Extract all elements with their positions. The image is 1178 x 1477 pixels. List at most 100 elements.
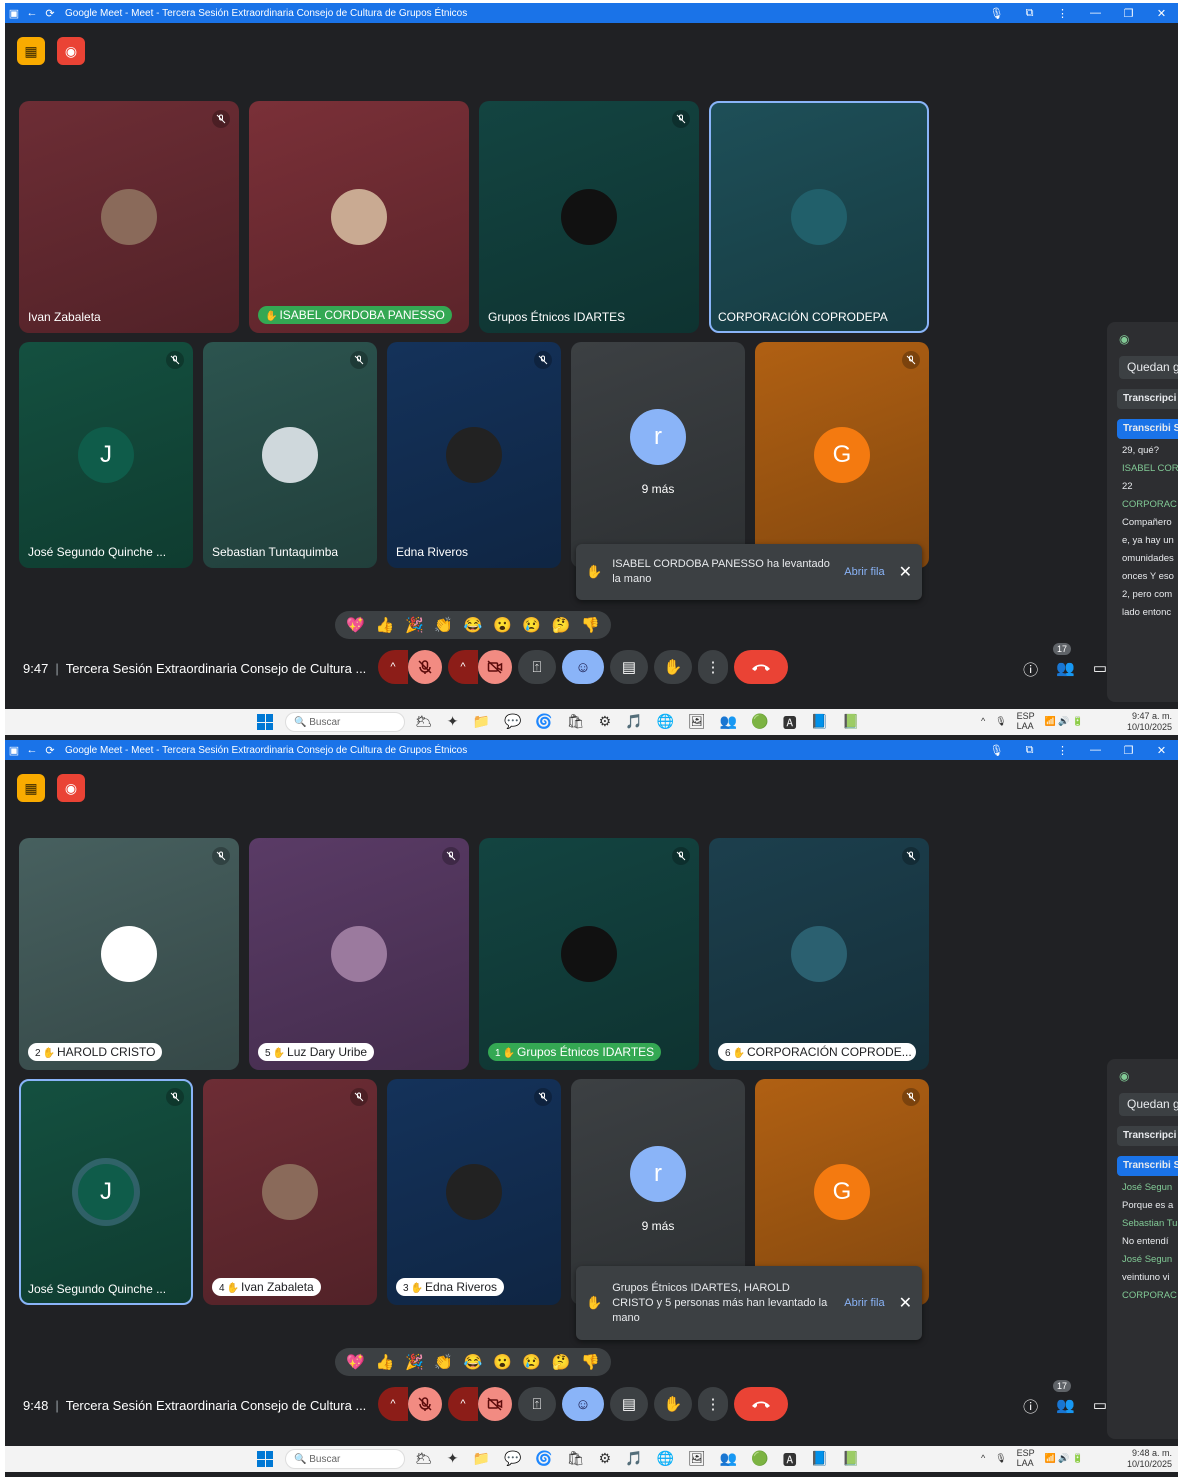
- meeting-info-icon[interactable]: ⓘ: [1023, 659, 1038, 680]
- file-explorer-icon[interactable]: 📁: [473, 1450, 490, 1470]
- weather-widget-icon[interactable]: 🌥: [415, 1450, 433, 1470]
- extension-icon[interactable]: ⧉: [1013, 744, 1046, 757]
- emoji-reaction-button[interactable]: 😂: [464, 616, 483, 634]
- present-screen-button[interactable]: ⍐: [518, 650, 556, 684]
- tray-chevron-icon[interactable]: ^: [981, 1453, 985, 1463]
- meeting-info-icon[interactable]: ⓘ: [1023, 1396, 1038, 1417]
- participant-tile[interactable]: 2 ✋ HAROLD CRISTO: [19, 838, 239, 1070]
- back-arrow-icon[interactable]: ←: [23, 744, 41, 756]
- wifi-volume-battery-icon[interactable]: 📶 🔊 🔋: [1045, 716, 1084, 726]
- excel-icon[interactable]: 📗: [842, 713, 859, 733]
- taskbar-clock[interactable]: 9:48 a. m. 10/10/2025: [1127, 1448, 1172, 1470]
- app-icon[interactable]: 🅰: [783, 713, 797, 733]
- word-icon[interactable]: 📘: [811, 713, 828, 733]
- emoji-reaction-button[interactable]: 💖: [346, 1353, 365, 1371]
- captions-button[interactable]: ▤: [610, 650, 648, 684]
- open-queue-button[interactable]: Abrir fila: [844, 1297, 884, 1309]
- mic-status-icon[interactable]: 🎙: [980, 7, 1013, 20]
- video-options-chevron-icon[interactable]: ^: [448, 650, 478, 684]
- emoji-reaction-button[interactable]: ☺: [562, 650, 604, 684]
- participant-tile[interactable]: ✋ ISABEL CORDOBA PANESSO: [249, 101, 469, 333]
- mic-off-button[interactable]: [408, 1387, 442, 1421]
- taskbar-clock[interactable]: 9:47 a. m. 10/10/2025: [1127, 711, 1172, 733]
- participant-tile[interactable]: J José Segundo Quinche ...: [19, 342, 193, 568]
- windows-start-icon[interactable]: [257, 714, 273, 730]
- participant-tile[interactable]: J José Segundo Quinche ...: [19, 1079, 193, 1305]
- participant-tile[interactable]: Grupos Étnicos IDARTES: [479, 101, 699, 333]
- people-icon[interactable]: 👥: [1056, 1396, 1075, 1417]
- emoji-reaction-button[interactable]: 💖: [346, 616, 365, 634]
- emoji-reaction-button[interactable]: 👎: [581, 616, 600, 634]
- edge-icon[interactable]: 🌀: [535, 713, 552, 733]
- present-screen-button[interactable]: ⍐: [518, 1387, 556, 1421]
- mic-off-button[interactable]: [408, 650, 442, 684]
- tray-chevron-icon[interactable]: ^: [981, 716, 985, 726]
- participant-tile[interactable]: G: [755, 342, 929, 568]
- teams-icon[interactable]: 👥: [720, 1450, 737, 1470]
- language-indicator[interactable]: ESP LAA: [1017, 1448, 1035, 1468]
- spotify-icon[interactable]: 🎵: [625, 1450, 642, 1470]
- emoji-reaction-button[interactable]: 😢: [522, 1353, 541, 1371]
- chrome-icon[interactable]: 🌐: [657, 713, 674, 733]
- chrome-profile-icon[interactable]: 🟢: [751, 713, 768, 733]
- transcribing-language-label[interactable]: Transcribi Spanish (M: [1117, 419, 1178, 439]
- emoji-reaction-button[interactable]: 🎉: [405, 1353, 424, 1371]
- chatgpt-icon[interactable]: ⚙: [599, 1450, 612, 1470]
- participant-tile[interactable]: Ivan Zabaleta: [19, 101, 239, 333]
- emoji-reaction-button[interactable]: 👎: [581, 1353, 600, 1371]
- recording-off-icon[interactable]: ▦: [17, 774, 45, 802]
- minimize-button[interactable]: —: [1079, 744, 1112, 756]
- more-vert-icon[interactable]: ⋮: [1046, 744, 1079, 757]
- minimize-button[interactable]: —: [1079, 7, 1112, 19]
- excel-icon[interactable]: 📗: [842, 1450, 859, 1470]
- close-notification-icon[interactable]: ✕: [899, 1293, 912, 1313]
- video-options-chevron-icon[interactable]: ^: [448, 1387, 478, 1421]
- raise-hand-button[interactable]: ✋: [654, 650, 692, 684]
- chat-icon[interactable]: ▭: [1093, 1396, 1107, 1417]
- mic-status-icon[interactable]: 🎙: [980, 744, 1013, 757]
- audio-options-chevron-icon[interactable]: ^: [378, 1387, 408, 1421]
- whatsapp-icon[interactable]: 💬: [504, 1450, 521, 1470]
- end-call-button[interactable]: [734, 650, 788, 684]
- raise-hand-button[interactable]: ✋: [654, 1387, 692, 1421]
- participant-tile[interactable]: Edna Riveros: [387, 342, 561, 568]
- participant-tile[interactable]: r 9 más: [571, 342, 745, 568]
- restore-button[interactable]: ❐: [1112, 744, 1145, 757]
- more-vert-icon[interactable]: ⋮: [1046, 7, 1079, 20]
- taskbar-search[interactable]: 🔍 Buscar: [285, 1449, 405, 1469]
- store-icon[interactable]: 🛍: [567, 713, 585, 733]
- transcription-live-label[interactable]: Transcripci en vivo: [1117, 1126, 1178, 1146]
- end-call-button[interactable]: [734, 1387, 788, 1421]
- participant-tile[interactable]: 6 ✋ CORPORACIÓN COPRODE...: [709, 838, 929, 1070]
- photos-icon[interactable]: 🖼: [688, 1450, 706, 1470]
- recording-icon[interactable]: ◉: [57, 37, 85, 65]
- tray-mic-icon[interactable]: 🎙: [995, 716, 1006, 726]
- transcribing-language-label[interactable]: Transcribi Spanish (M: [1117, 1156, 1178, 1176]
- emoji-reaction-button[interactable]: 👍: [376, 1353, 395, 1371]
- captions-button[interactable]: ▤: [610, 1387, 648, 1421]
- close-window-button[interactable]: ✕: [1145, 7, 1178, 20]
- photos-icon[interactable]: 🖼: [688, 713, 706, 733]
- emoji-reaction-button[interactable]: 😮: [493, 1353, 512, 1371]
- reload-icon[interactable]: ⟳: [41, 744, 59, 757]
- tray-mic-icon[interactable]: 🎙: [995, 1453, 1006, 1463]
- store-icon[interactable]: 🛍: [567, 1450, 585, 1470]
- chrome-icon[interactable]: 🌐: [657, 1450, 674, 1470]
- participant-tile[interactable]: Sebastian Tuntaquimba: [203, 342, 377, 568]
- chrome-profile-icon[interactable]: 🟢: [751, 1450, 768, 1470]
- emoji-reaction-button[interactable]: 😮: [493, 616, 512, 634]
- people-icon[interactable]: 👥: [1056, 659, 1075, 680]
- copilot-icon[interactable]: ✦: [447, 713, 459, 733]
- windows-start-icon[interactable]: [257, 1451, 273, 1467]
- copilot-icon[interactable]: ✦: [447, 1450, 459, 1470]
- whatsapp-icon[interactable]: 💬: [504, 713, 521, 733]
- restore-button[interactable]: ❐: [1112, 7, 1145, 20]
- teams-icon[interactable]: 👥: [720, 713, 737, 733]
- emoji-reaction-button[interactable]: 🤔: [552, 616, 571, 634]
- open-queue-button[interactable]: Abrir fila: [844, 566, 884, 578]
- chatgpt-icon[interactable]: ⚙: [599, 713, 612, 733]
- camera-off-button[interactable]: [478, 650, 512, 684]
- participant-tile[interactable]: 1 ✋ Grupos Étnicos IDARTES: [479, 838, 699, 1070]
- back-arrow-icon[interactable]: ←: [23, 7, 41, 19]
- more-options-button[interactable]: ⋮: [698, 650, 728, 684]
